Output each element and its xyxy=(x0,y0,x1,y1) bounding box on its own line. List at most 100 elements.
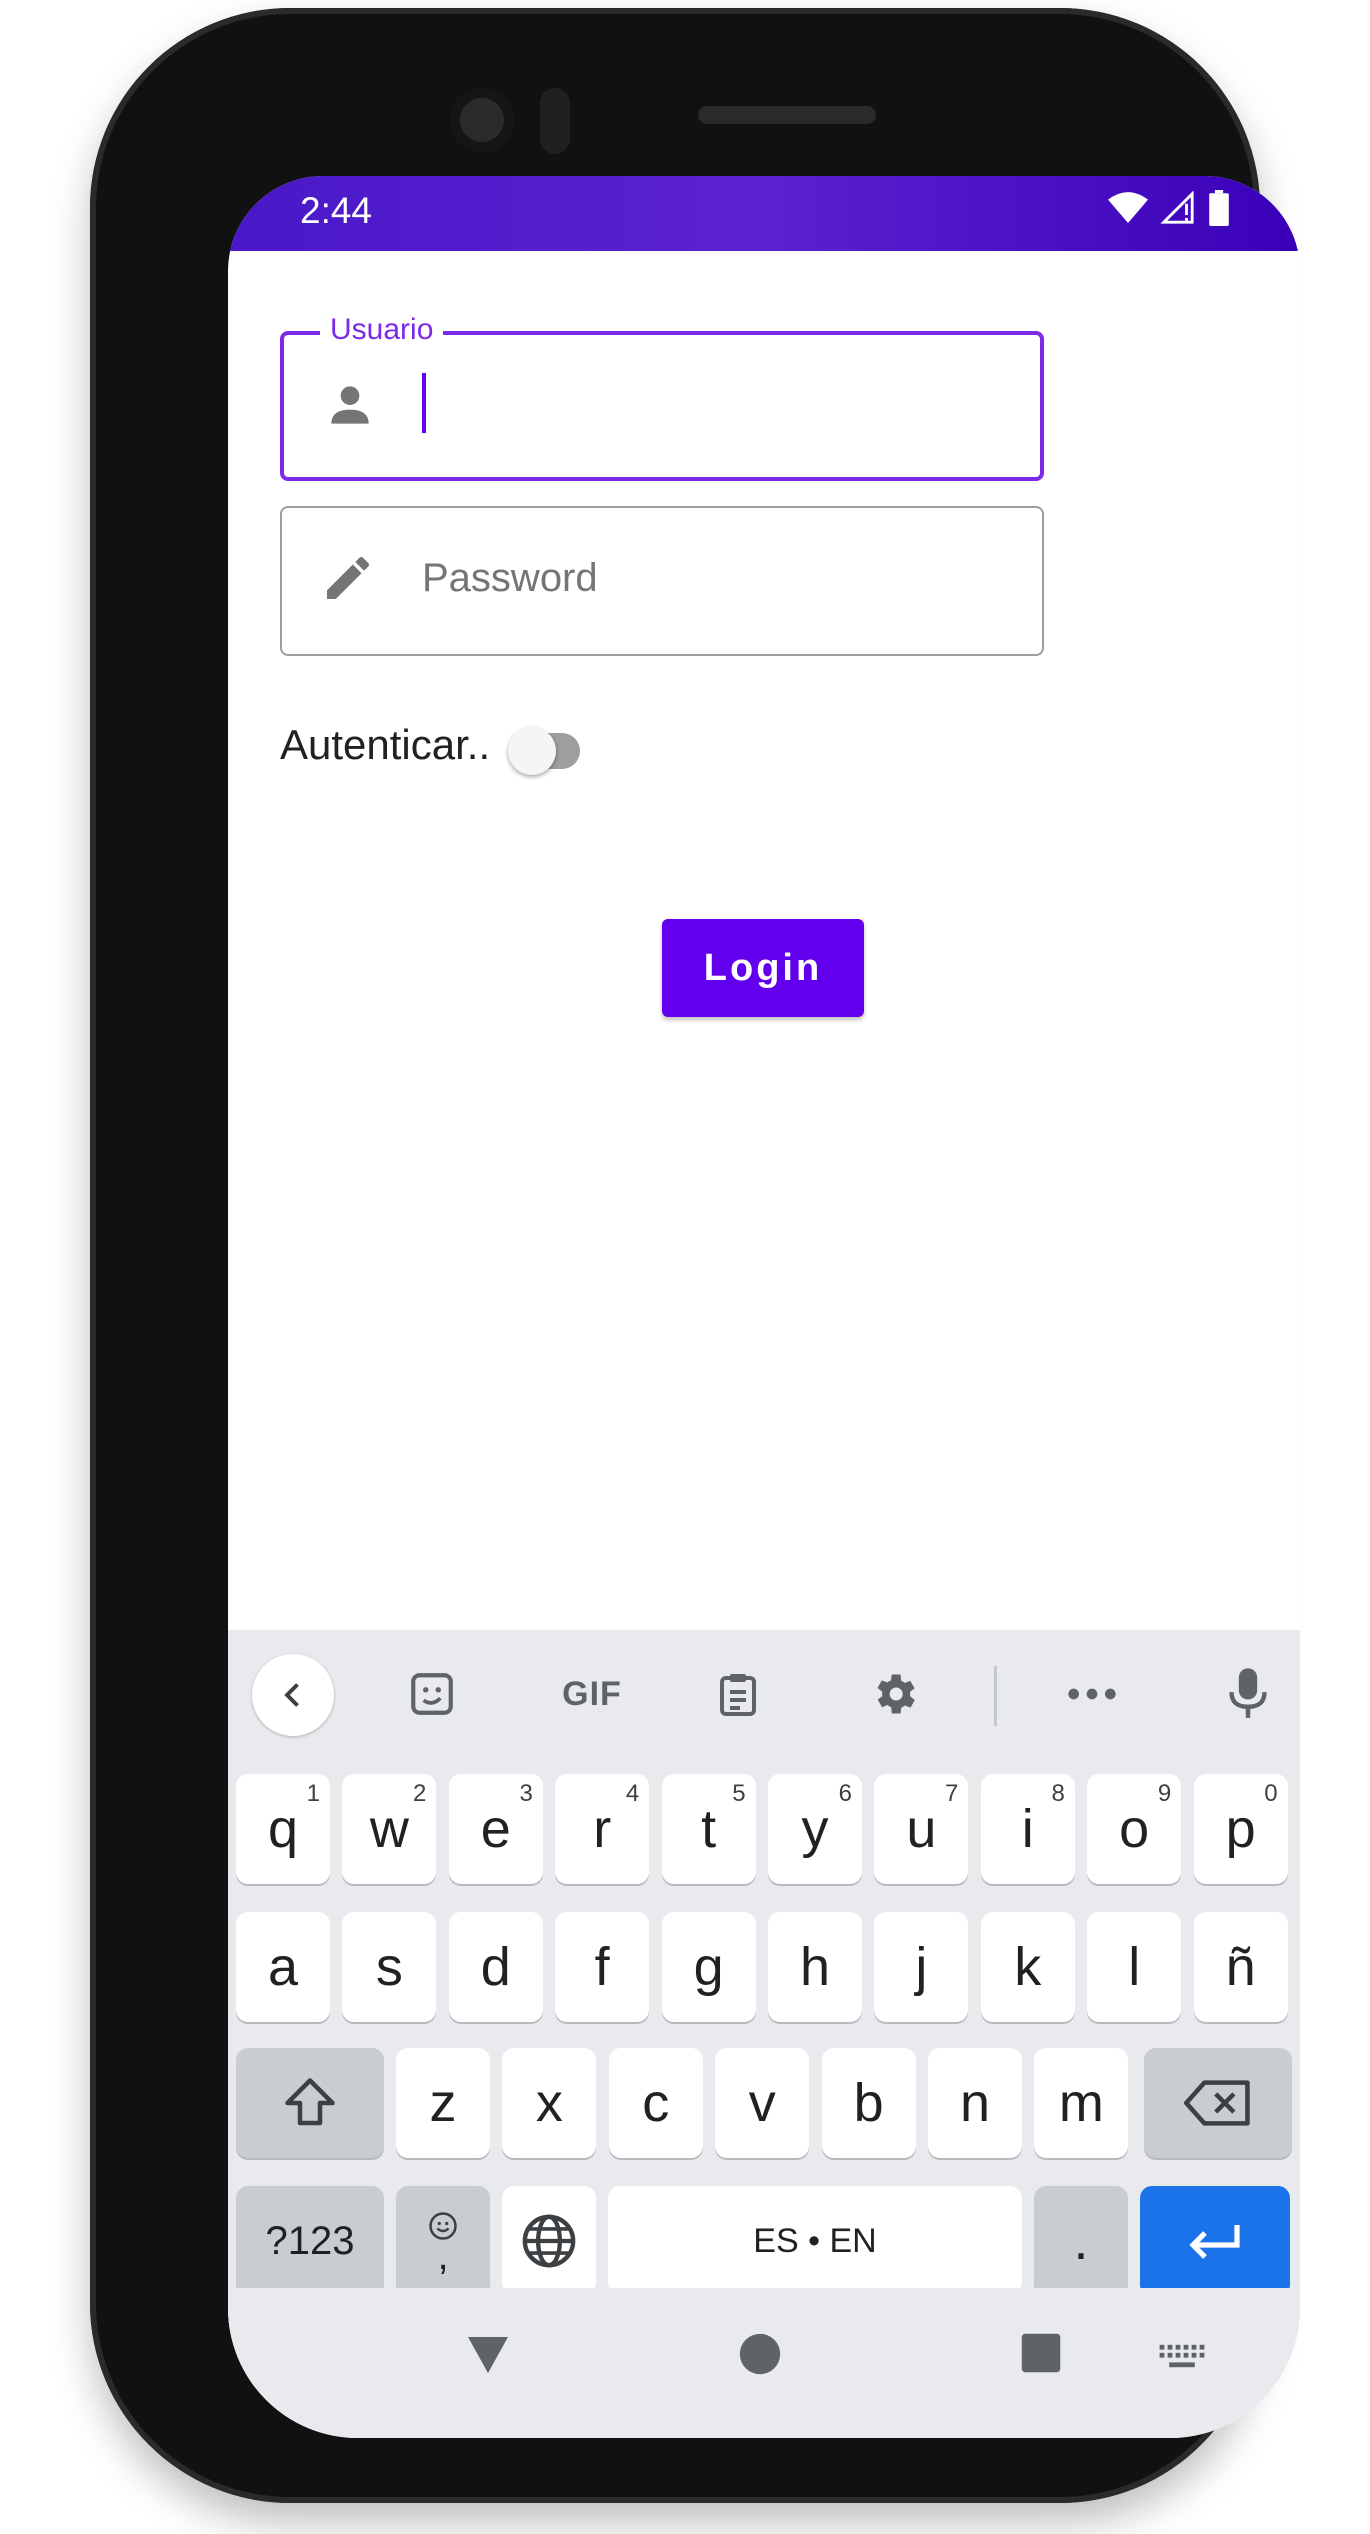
key-label: e xyxy=(480,1799,511,1859)
key-m[interactable]: m xyxy=(1034,2048,1129,2158)
front-camera xyxy=(450,88,514,152)
status-time: 2:44 xyxy=(300,190,373,231)
space-key[interactable]: ES • EN xyxy=(608,2186,1022,2296)
wifi-icon xyxy=(1108,192,1148,223)
toolbar-divider xyxy=(994,1666,997,1726)
key-v[interactable]: v xyxy=(715,2048,810,2158)
key-label: u xyxy=(906,1799,937,1859)
key-d[interactable]: d xyxy=(448,1912,543,2022)
key-hint-number: 3 xyxy=(519,1780,533,1807)
key-label: r xyxy=(593,1799,612,1859)
key-n[interactable]: n xyxy=(928,2048,1022,2158)
period-key[interactable]: . xyxy=(1034,2186,1128,2296)
status-icons xyxy=(1108,190,1230,226)
more-horizontal-icon xyxy=(1068,1688,1116,1700)
password-field[interactable]: Password xyxy=(280,506,1044,656)
sticker-icon xyxy=(411,1673,453,1715)
shift-icon xyxy=(285,2078,335,2126)
key-z[interactable]: z xyxy=(396,2048,490,2158)
key-ñ[interactable]: ñ xyxy=(1193,1912,1288,2022)
battery-icon xyxy=(1209,190,1229,226)
username-field[interactable]: Usuario xyxy=(280,313,1044,481)
key-u[interactable]: u7 xyxy=(874,1774,969,1884)
key-r[interactable]: r4 xyxy=(555,1774,650,1884)
enter-key[interactable] xyxy=(1140,2186,1290,2296)
comma-label: , xyxy=(437,2234,449,2278)
key-hint-number: 6 xyxy=(838,1780,852,1807)
clipboard-icon xyxy=(720,1674,756,1716)
key-h[interactable]: h xyxy=(768,1912,862,2022)
gear-icon xyxy=(877,1674,915,1714)
key-w[interactable]: w2 xyxy=(342,1774,437,1884)
status-bar: 2:44 xyxy=(228,176,1300,251)
globe-icon xyxy=(522,2214,576,2268)
key-hint-number: 8 xyxy=(1051,1780,1065,1807)
navigation-bar xyxy=(228,2288,1300,2438)
key-j[interactable]: j xyxy=(874,1912,969,2022)
person-icon xyxy=(331,386,369,424)
key-c[interactable]: c xyxy=(608,2048,703,2158)
symbols-key[interactable]: ?123 xyxy=(236,2186,384,2296)
back-nav-icon[interactable] xyxy=(464,2332,512,2374)
key-label: q xyxy=(267,1799,299,1859)
key-f[interactable]: f xyxy=(555,1912,650,2022)
gif-label: GIF xyxy=(562,1674,622,1713)
sticker-button[interactable] xyxy=(402,1664,462,1724)
key-label: t xyxy=(701,1799,717,1859)
key-label: o xyxy=(1119,1799,1150,1859)
password-placeholder: Password xyxy=(422,556,598,600)
key-o[interactable]: o9 xyxy=(1087,1774,1182,1884)
text-cursor xyxy=(422,373,426,433)
key-k[interactable]: k xyxy=(980,1912,1075,2022)
earpiece-speaker xyxy=(698,106,876,124)
key-hint-number: 5 xyxy=(732,1780,746,1807)
signal-icon xyxy=(1160,191,1194,224)
key-hint-number: 0 xyxy=(1264,1780,1278,1807)
key-x[interactable]: x xyxy=(502,2048,597,2158)
recents-nav-icon[interactable] xyxy=(1020,2332,1062,2374)
keyboard-switch-icon[interactable] xyxy=(1158,2342,1206,2370)
key-y[interactable]: y6 xyxy=(768,1774,862,1884)
key-label: p xyxy=(1225,1799,1256,1859)
shift-key[interactable] xyxy=(236,2048,384,2158)
key-q[interactable]: q1 xyxy=(236,1774,330,1884)
key-p[interactable]: p0 xyxy=(1193,1774,1288,1884)
login-button[interactable]: Login xyxy=(662,919,864,1017)
username-label: Usuario xyxy=(320,313,444,347)
gif-button[interactable]: GIF xyxy=(542,1664,642,1724)
language-key[interactable] xyxy=(502,2186,596,2296)
key-e[interactable]: e3 xyxy=(448,1774,543,1884)
enter-icon xyxy=(1189,2225,1240,2259)
key-i[interactable]: i8 xyxy=(980,1774,1075,1884)
keyboard-toolbar: GIF xyxy=(228,1630,1300,1758)
key-b[interactable]: b xyxy=(821,2048,916,2158)
autenticar-label: Autenticar.. xyxy=(280,721,491,768)
key-t[interactable]: t5 xyxy=(661,1774,756,1884)
key-a[interactable]: a xyxy=(236,1912,330,2022)
key-g[interactable]: g xyxy=(661,1912,756,2022)
more-options-button[interactable] xyxy=(1062,1664,1122,1724)
settings-button[interactable] xyxy=(864,1664,924,1724)
key-hint-number: 4 xyxy=(625,1780,640,1807)
clipboard-button[interactable] xyxy=(708,1664,768,1724)
backspace-icon xyxy=(1184,2080,1250,2126)
key-hint-number: 2 xyxy=(413,1780,427,1807)
chevron-left-icon xyxy=(284,1683,299,1707)
toolbar-back-button[interactable] xyxy=(252,1654,334,1736)
backspace-key[interactable] xyxy=(1144,2048,1292,2158)
key-hint-number: 9 xyxy=(1157,1780,1172,1807)
autenticar-switch-thumb[interactable] xyxy=(508,727,556,775)
screen: 2:44 Usuario Password Autenticar.. Login… xyxy=(228,176,1300,2438)
soft-keyboard: GIF q1w2e3r4t5y6u7i8o9p0 asdfghjklñ z x … xyxy=(228,1630,1300,2438)
key-l[interactable]: l xyxy=(1087,1912,1182,2022)
pencil-icon xyxy=(327,556,370,599)
key-label: y xyxy=(801,1799,829,1859)
key-s[interactable]: s xyxy=(342,1912,437,2022)
emoji-comma-key[interactable]: , xyxy=(396,2186,490,2296)
key-hint-number: 7 xyxy=(945,1780,959,1807)
home-nav-icon[interactable] xyxy=(738,2332,782,2376)
voice-input-button[interactable] xyxy=(1218,1664,1278,1724)
microphone-icon xyxy=(1229,1668,1267,1718)
proximity-sensor xyxy=(540,88,570,154)
key-label: i xyxy=(1021,1799,1034,1859)
